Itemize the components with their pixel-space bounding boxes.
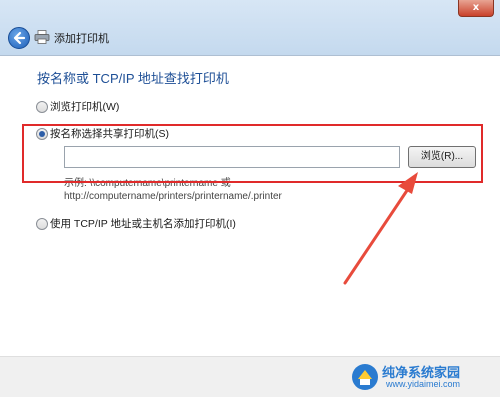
annotation-arrow-icon bbox=[343, 172, 418, 285]
watermark: 纯净系统家园 www.yidaimei.com bbox=[350, 362, 490, 392]
watermark-url: www.yidaimei.com bbox=[386, 379, 461, 389]
watermark-logo-icon bbox=[352, 364, 378, 390]
